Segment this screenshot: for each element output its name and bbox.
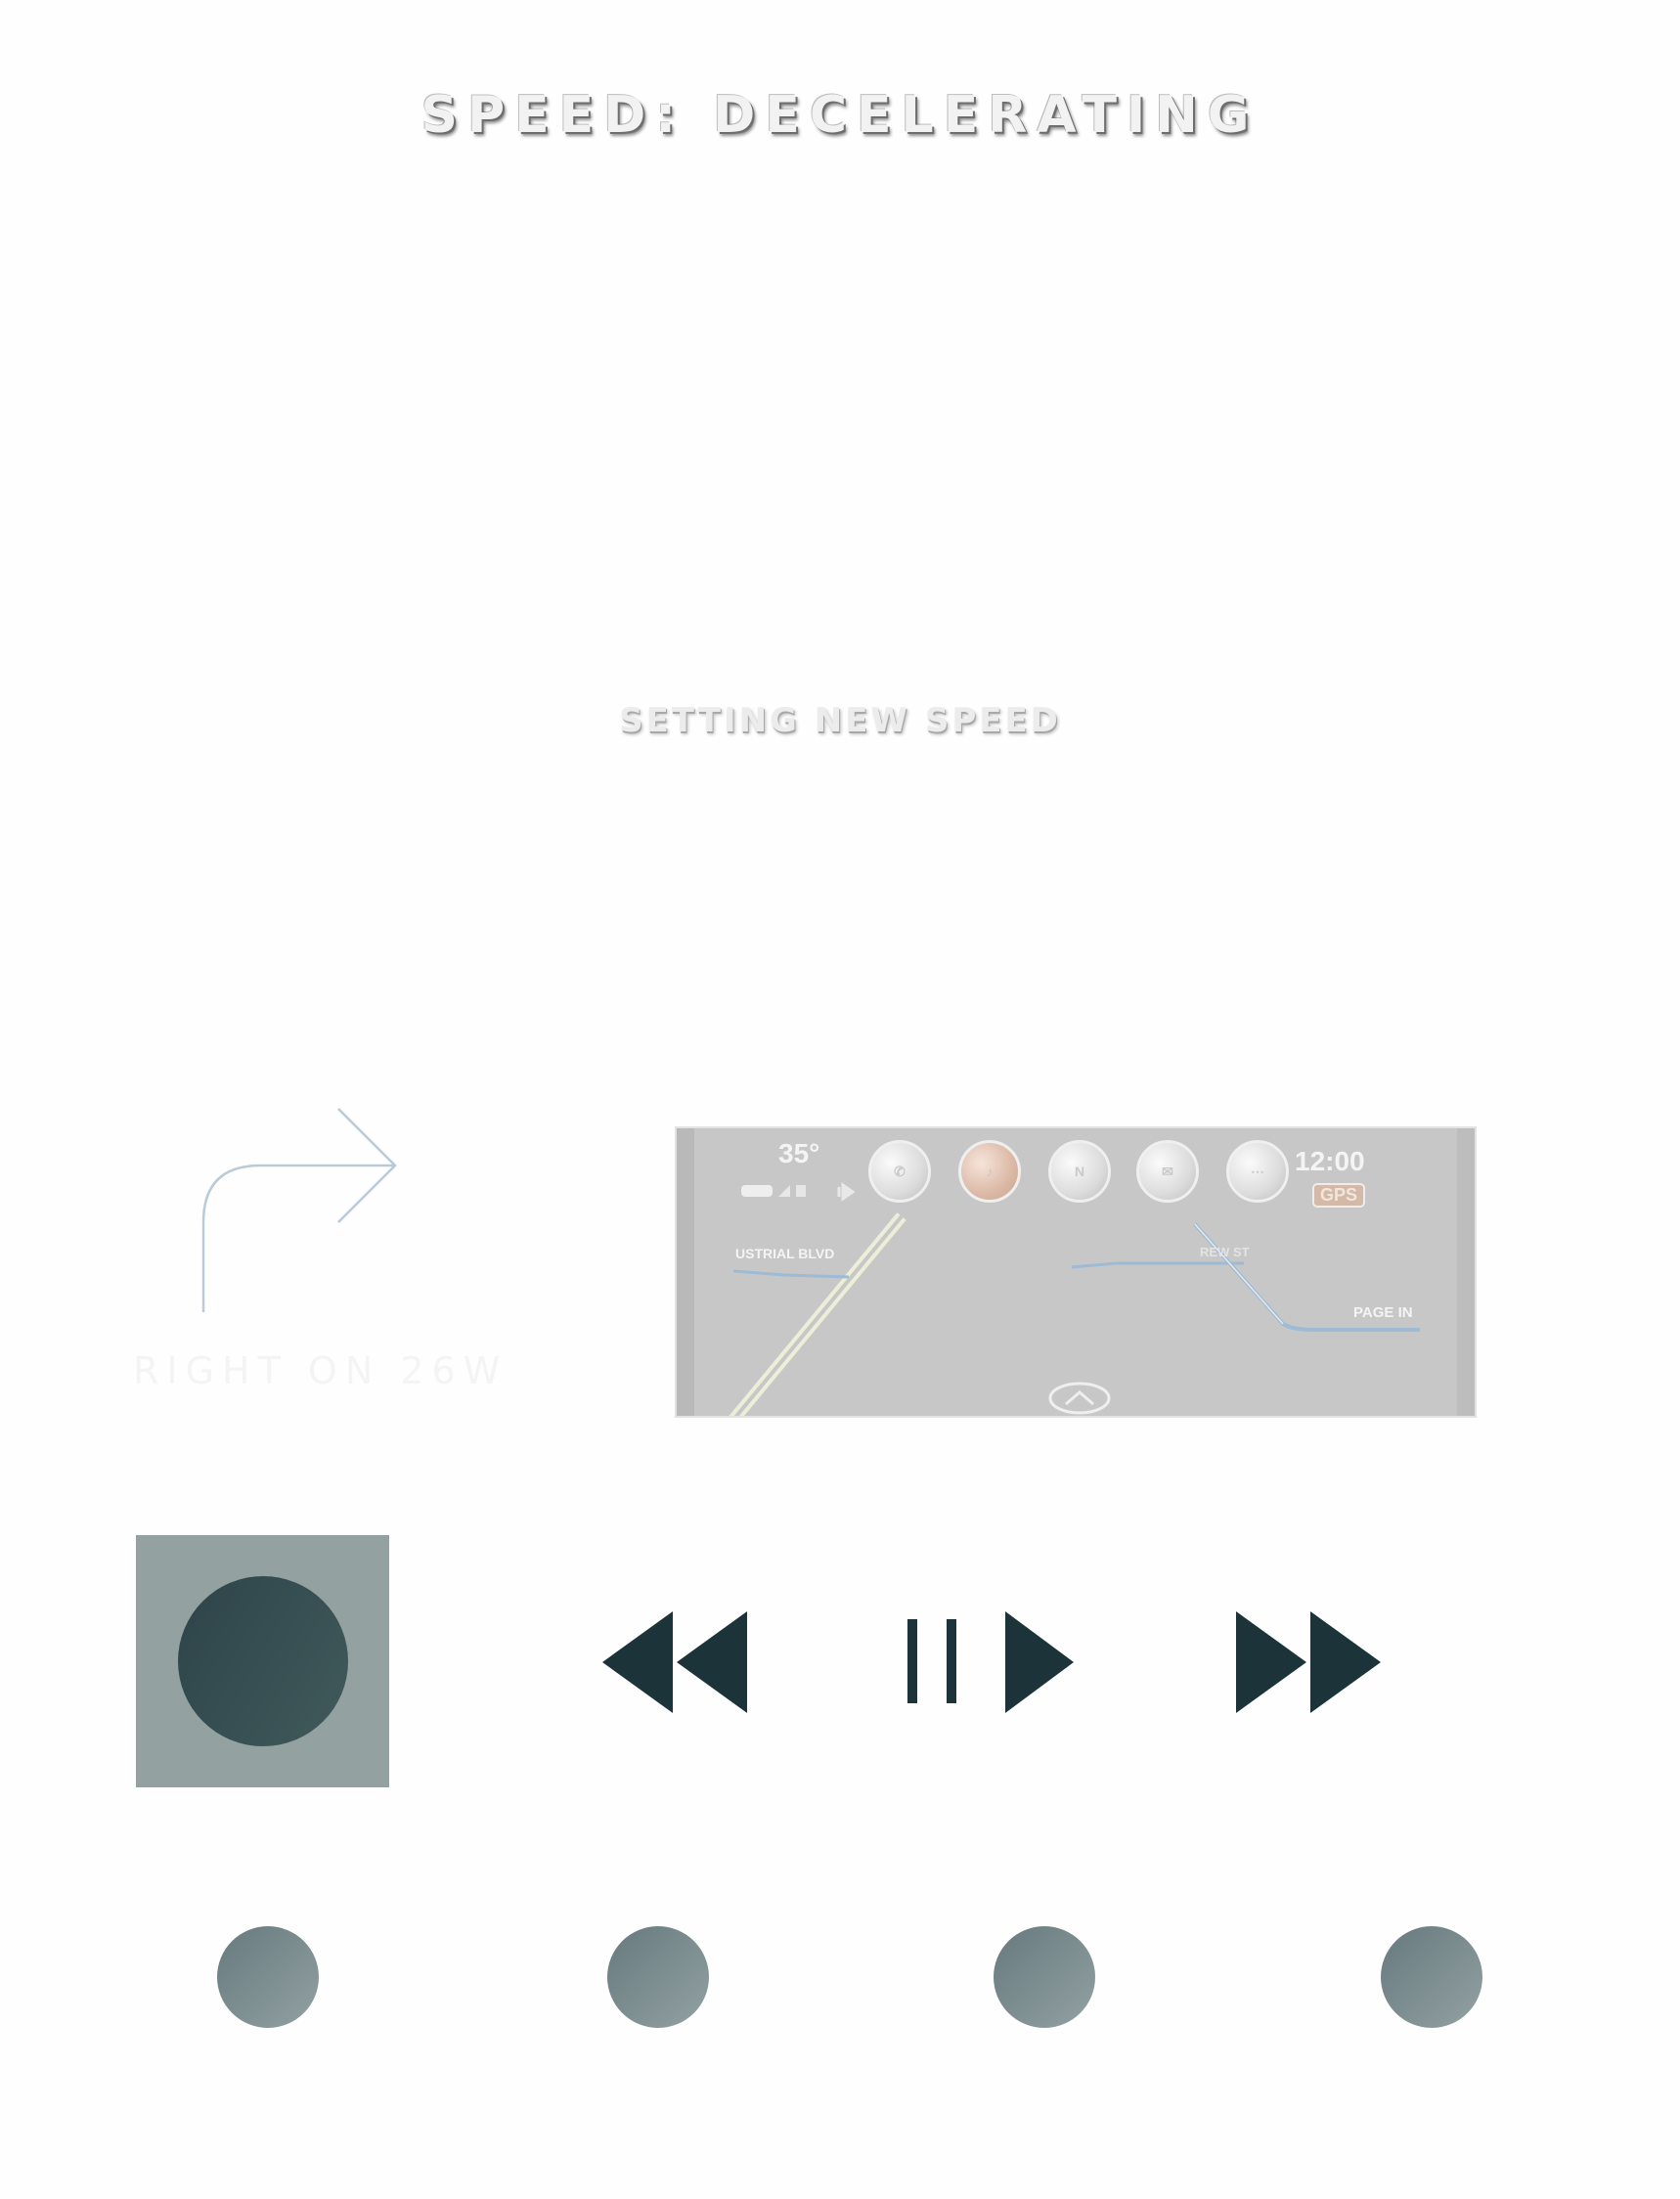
- gps-badge: GPS: [1312, 1183, 1366, 1208]
- dashboard-clock: 12:00: [1295, 1146, 1365, 1176]
- pager-dot-2[interactable]: [607, 1926, 709, 2028]
- play-pause-button[interactable]: [907, 1611, 1076, 1713]
- fast-forward-icon: [1236, 1611, 1381, 1713]
- messages-app-icon[interactable]: ✉: [1136, 1140, 1199, 1203]
- fast-forward-button[interactable]: [1236, 1611, 1381, 1713]
- pager-dot-4[interactable]: [1381, 1926, 1482, 2028]
- speed-status-title: SPEED: DECELERATING: [420, 86, 1260, 145]
- street-label-right: PAGE IN: [1353, 1304, 1413, 1321]
- pager-dot-1[interactable]: [217, 1926, 319, 2028]
- stop-icon: [177, 1576, 348, 1746]
- stop-button[interactable]: [136, 1535, 389, 1787]
- street-label-left: USTRIAL BLVD: [735, 1246, 835, 1261]
- speed-status-subtitle: SETTING NEW SPEED: [619, 701, 1061, 740]
- music-app-icon[interactable]: ♪: [958, 1140, 1021, 1203]
- turn-right-arrow-icon: [201, 1108, 397, 1312]
- rewind-button[interactable]: [602, 1611, 751, 1713]
- more-apps-icon[interactable]: ⋯: [1226, 1140, 1289, 1203]
- phone-app-icon[interactable]: ✆: [868, 1140, 931, 1203]
- pager-dot-3[interactable]: [994, 1926, 1095, 2028]
- dashboard-preview-thumbnail[interactable]: 35° ✆ ♪ N ✉ ⋯ 12:00 GPS USTRIAL BLVD REW…: [675, 1126, 1477, 1418]
- rewind-icon: [602, 1611, 747, 1713]
- street-label-center: REW ST: [1200, 1245, 1250, 1259]
- navigation-app-icon[interactable]: N: [1048, 1140, 1111, 1203]
- play-pause-icon: [907, 1611, 1074, 1713]
- dashboard-temperature: 35°: [778, 1138, 820, 1168]
- turn-instruction-label: RIGHT ON 26W: [133, 1349, 508, 1392]
